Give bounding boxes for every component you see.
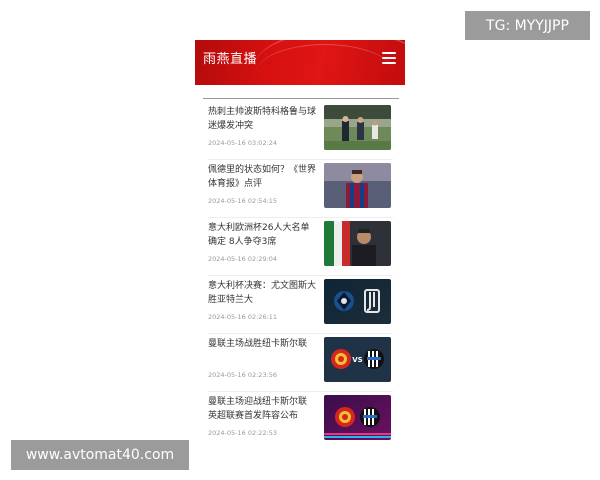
watermark-top: TG: MYYJJPP	[465, 11, 590, 40]
article-item[interactable]: 意大利欧洲杯26人大名单确定 8人争夺3席 2024-05-16 02:29:0…	[208, 218, 393, 276]
article-list: 热刺主帅波斯特科格鲁与球迷爆发冲突 2024-05-16 03:02:24 佩德…	[208, 102, 393, 440]
article-time: 2024-05-16 03:02:24	[208, 139, 278, 147]
article-title[interactable]: 曼联主场迎战纽卡斯尔联 英超联赛首发阵容公布	[208, 395, 318, 423]
article-time: 2024-05-16 02:29:04	[208, 255, 278, 263]
article-title[interactable]: 热刺主帅波斯特科格鲁与球迷爆发冲突	[208, 105, 318, 133]
article-title[interactable]: 意大利杯决赛：尤文图斯大胜亚特兰大	[208, 279, 318, 307]
mobile-page: 雨燕直播 热刺主帅波斯特科格鲁与球迷爆发冲突 2024-05-16 03:02:…	[195, 40, 405, 440]
vs-label: VS	[352, 356, 362, 364]
article-title[interactable]: 佩德里的状态如何？《世界体育报》点评	[208, 163, 318, 191]
article-title[interactable]: 曼联主场战胜纽卡斯尔联	[208, 337, 318, 351]
barcelona-player-photo[interactable]	[324, 163, 391, 208]
article-time: 2024-05-16 02:22:53	[208, 429, 278, 437]
article-item[interactable]: 佩德里的状态如何？《世界体育报》点评 2024-05-16 02:54:15	[208, 160, 393, 218]
article-item[interactable]: 热刺主帅波斯特科格鲁与球迷爆发冲突 2024-05-16 03:02:24	[208, 102, 393, 160]
article-time: 2024-05-16 02:54:15	[208, 197, 278, 205]
manutd-vs-newcastle-logo[interactable]: VS	[324, 337, 391, 382]
article-item[interactable]: 曼联主场战胜纽卡斯尔联 2024-05-16 02:23:56 VS	[208, 334, 393, 392]
article-time: 2024-05-16 02:26:11	[208, 313, 278, 321]
article-time: 2024-05-16 02:23:56	[208, 371, 278, 379]
header-divider	[203, 98, 399, 99]
coach-portrait-photo[interactable]	[324, 221, 391, 266]
article-item[interactable]: 曼联主场迎战纽卡斯尔联 英超联赛首发阵容公布 2024-05-16 02:22:…	[208, 392, 393, 440]
watermark-bottom: www.avtomat40.com	[11, 440, 189, 470]
manutd-newcastle-premier-logo[interactable]	[324, 395, 391, 440]
stadium-crowd-photo[interactable]	[324, 105, 391, 150]
atalanta-vs-juventus-logo[interactable]	[324, 279, 391, 324]
article-item[interactable]: 意大利杯决赛：尤文图斯大胜亚特兰大 2024-05-16 02:26:11	[208, 276, 393, 334]
article-title[interactable]: 意大利欧洲杯26人大名单确定 8人争夺3席	[208, 221, 318, 249]
site-header: 雨燕直播	[195, 40, 405, 85]
hamburger-menu-icon[interactable]	[382, 52, 396, 64]
site-logo-title[interactable]: 雨燕直播	[203, 48, 257, 67]
